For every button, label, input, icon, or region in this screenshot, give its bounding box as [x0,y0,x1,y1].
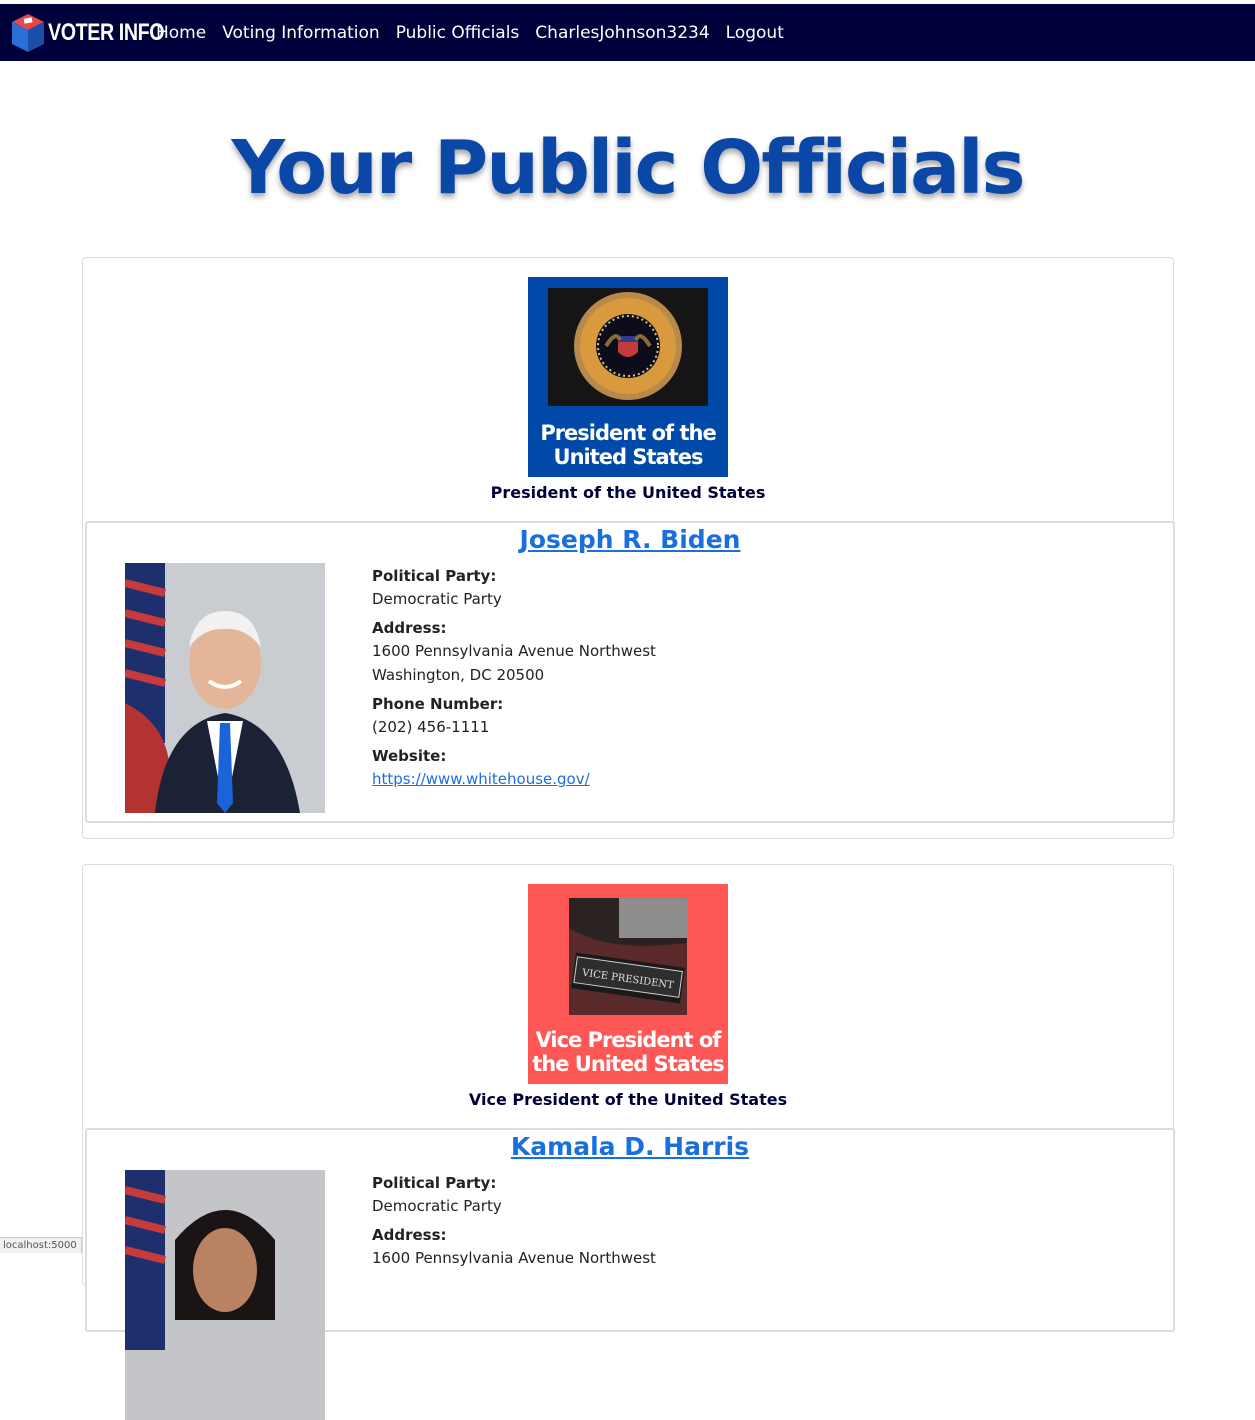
ballot-box-icon [12,13,44,52]
nav-voting-information[interactable]: Voting Information [222,23,379,43]
brand-name: VOTER INFO [48,18,165,46]
phone-value: (202) 456-1111 [372,718,490,736]
vice-president-badge-caption: Vice President of the United States [532,1028,724,1076]
party-value: Democratic Party [372,1197,502,1215]
president-badge-caption: President of the United States [540,421,716,469]
official-name-link[interactable]: Joseph R. Biden [87,523,1173,557]
party-value: Democratic Party [372,590,502,608]
official-portrait [125,1170,325,1420]
address-line2: Washington, DC 20500 [372,666,545,684]
address-label: Address: [372,1226,447,1244]
official-card-harris: Kamala D. Harris Political Party: Democr… [85,1128,1175,1420]
presidential-seal-icon [548,288,708,406]
nav-username[interactable]: CharlesJohnson3234 [535,23,709,43]
official-card-biden: Joseph R. Biden Political Party: Democra… [85,521,1175,823]
address-line1: 1600 Pennsylvania Avenue Northwest [372,1249,656,1267]
official-portrait [125,563,325,813]
party-label: Political Party: [372,1174,497,1192]
vice-president-badge-image: VICE PRESIDENT Vice President of the Unit… [528,884,728,1084]
official-details: Political Party: Democratic Party Addres… [372,565,656,791]
party-label: Political Party: [372,567,497,585]
official-name-link[interactable]: Kamala D. Harris [87,1130,1173,1164]
office-name: Vice President of the United States [468,1090,788,1109]
office-card-vice-president: VICE PRESIDENT Vice President of the Unit… [82,864,1175,1420]
brand-link[interactable]: VOTER INFO [10,12,165,54]
page-title: Your Public Officials [231,125,1025,211]
navbar: VOTER INFO Home Voting Information Publi… [0,4,1255,61]
office-name: President of the United States [490,483,766,502]
website-link[interactable]: https://www.whitehouse.gov/ [372,770,590,788]
address-label: Address: [372,619,447,637]
official-details: Political Party: Democratic Party Addres… [372,1172,656,1270]
president-badge-image: President of the United States [528,277,728,477]
phone-label: Phone Number: [372,695,504,713]
website-label: Website: [372,747,447,765]
nav-public-officials[interactable]: Public Officials [396,23,520,43]
vice-president-nameplate-icon: VICE PRESIDENT [569,898,687,1015]
address-line1: 1600 Pennsylvania Avenue Northwest [372,642,656,660]
browser-status-bar: localhost:5000 [0,1237,82,1253]
nav-logout[interactable]: Logout [726,23,784,43]
office-card-president: President of the United States President … [82,257,1175,839]
